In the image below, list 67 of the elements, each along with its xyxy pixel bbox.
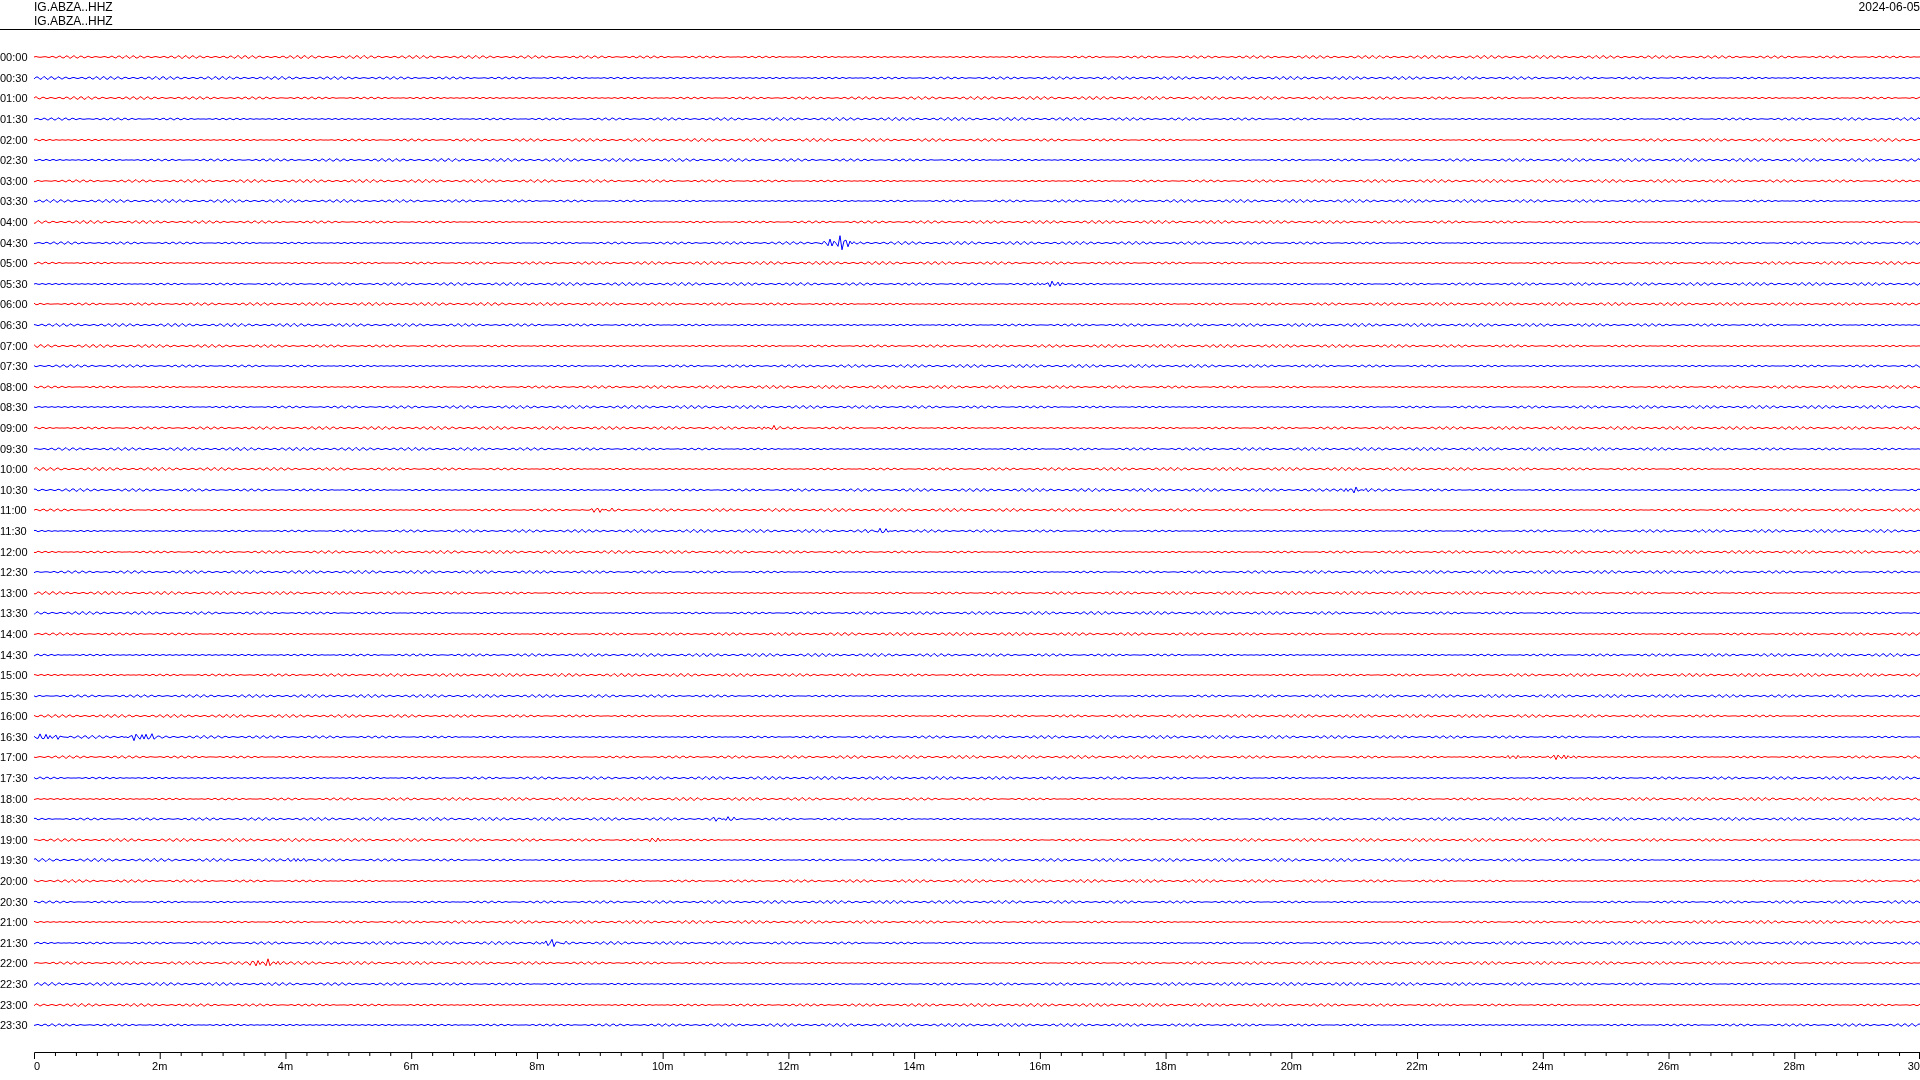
axis-label: 30: [1907, 1060, 1920, 1072]
hour-label: 14:30: [0, 648, 29, 661]
axis-label: 12m: [777, 1060, 800, 1072]
axis-label: 26m: [1657, 1060, 1680, 1072]
hour-label: 13:30: [0, 607, 29, 620]
hour-label: 18:30: [0, 813, 29, 826]
axis-label: 24m: [1532, 1060, 1554, 1072]
hour-label: 05:00: [0, 257, 29, 270]
hour-label: 06:00: [0, 298, 29, 311]
axis-label: 6m: [403, 1060, 419, 1072]
station-label: IG.ABZA..HHZ: [34, 14, 113, 28]
hour-label: 00:30: [0, 71, 29, 84]
axis-label: 0: [34, 1060, 41, 1072]
axis-label: 20m: [1280, 1060, 1303, 1072]
station-label: IG.ABZA..HHZ: [34, 0, 113, 14]
hour-label: 12:30: [0, 566, 29, 579]
hour-label: 23:00: [0, 998, 29, 1011]
axis-label: 8m: [529, 1060, 545, 1072]
axis-label: 2m: [152, 1060, 168, 1072]
date-label: 2024-06-05: [1858, 0, 1920, 14]
hour-label: 22:00: [0, 957, 29, 970]
hour-label: 23:30: [0, 1019, 29, 1032]
hour-label: 07:30: [0, 360, 29, 373]
hour-label: 14:00: [0, 627, 29, 640]
hour-label: 08:00: [0, 380, 29, 393]
axis-label: 18m: [1154, 1060, 1177, 1072]
axis-label: 22m: [1406, 1060, 1428, 1072]
hour-label: 00:00: [0, 51, 29, 64]
hour-label: 07:00: [0, 339, 29, 352]
hour-label: 13:00: [0, 586, 29, 599]
hour-label: 17:30: [0, 772, 29, 785]
hour-label: 20:00: [0, 875, 29, 888]
hour-label: 03:30: [0, 195, 29, 208]
hour-label: 16:30: [0, 730, 29, 743]
hour-label: 02:30: [0, 154, 29, 167]
hour-label: 06:30: [0, 319, 29, 331]
hour-label: 09:00: [0, 422, 29, 434]
hour-label: 03:00: [0, 174, 29, 187]
hour-label: 10:00: [0, 463, 29, 476]
axis-label: 28m: [1783, 1060, 1805, 1072]
hour-label: 15:00: [0, 669, 29, 682]
hour-label: 18:00: [0, 792, 29, 805]
hour-label: 05:30: [0, 277, 29, 290]
hour-label: 04:00: [0, 216, 29, 229]
hour-label: 11:30: [0, 524, 28, 537]
hour-label: 11:00: [0, 504, 28, 517]
axis-label: 4m: [277, 1060, 294, 1072]
hour-label: 01:00: [0, 92, 29, 105]
axis-label: 14m: [903, 1060, 925, 1072]
hour-label: 01:30: [0, 113, 29, 126]
hour-label: 19:30: [0, 854, 29, 867]
hour-label: 10:30: [0, 483, 29, 496]
hour-label: 08:30: [0, 401, 29, 414]
hour-label: 09:30: [0, 442, 29, 455]
hour-label: 02:00: [0, 133, 29, 146]
hour-label: 16:00: [0, 710, 29, 723]
axis-label: 16m: [1029, 1060, 1051, 1072]
hour-label: 20:30: [0, 895, 29, 908]
hour-label: 21:30: [0, 936, 29, 949]
hour-label: 15:30: [0, 689, 29, 702]
axis-label: 10m: [651, 1060, 674, 1072]
hour-label: 04:30: [0, 236, 29, 249]
hour-label: 19:00: [0, 833, 29, 846]
hour-label: 22:30: [0, 978, 29, 990]
hour-label: 12:00: [0, 545, 29, 558]
hour-label: 17:00: [0, 751, 29, 764]
hour-label: 21:00: [0, 916, 29, 929]
